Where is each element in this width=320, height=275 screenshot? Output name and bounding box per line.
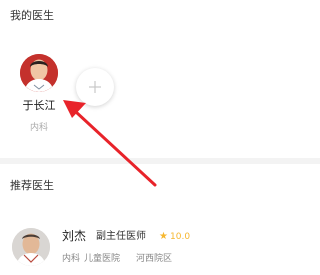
my-doctor-department: 内科 — [29, 123, 48, 133]
recommended-doctor-avatar — [12, 228, 50, 266]
recommended-doctor-hospital: 儿童医院 — [84, 254, 121, 264]
recommended-doctor-rating: 10.0 — [170, 232, 191, 242]
my-doctor-card[interactable]: 于长江 内科 — [14, 52, 68, 142]
page: 我的医生 于长江 内科 推荐医生 刘杰 副主任医师 ★ 10.0 内科 儿童医院… — [0, 0, 320, 275]
recommended-doctor-name: 刘杰 — [62, 229, 87, 243]
recommended-doctor-row[interactable]: 刘杰 副主任医师 ★ 10.0 内科 儿童医院 河西院区 — [0, 220, 320, 270]
add-doctor-button[interactable] — [76, 68, 114, 106]
my-doctors-title: 我的医生 — [10, 9, 54, 22]
recommended-doctor-title: 副主任医师 — [96, 231, 146, 242]
recommended-doctor-department: 内科 — [62, 254, 81, 264]
star-icon: ★ — [159, 231, 168, 242]
plus-icon — [89, 81, 101, 93]
my-doctor-name: 于长江 — [22, 99, 56, 112]
section-divider — [0, 158, 320, 164]
recommended-doctors-title: 推荐医生 — [10, 179, 54, 192]
recommended-doctor-district: 河西院区 — [136, 254, 173, 264]
my-doctor-avatar — [20, 54, 58, 92]
